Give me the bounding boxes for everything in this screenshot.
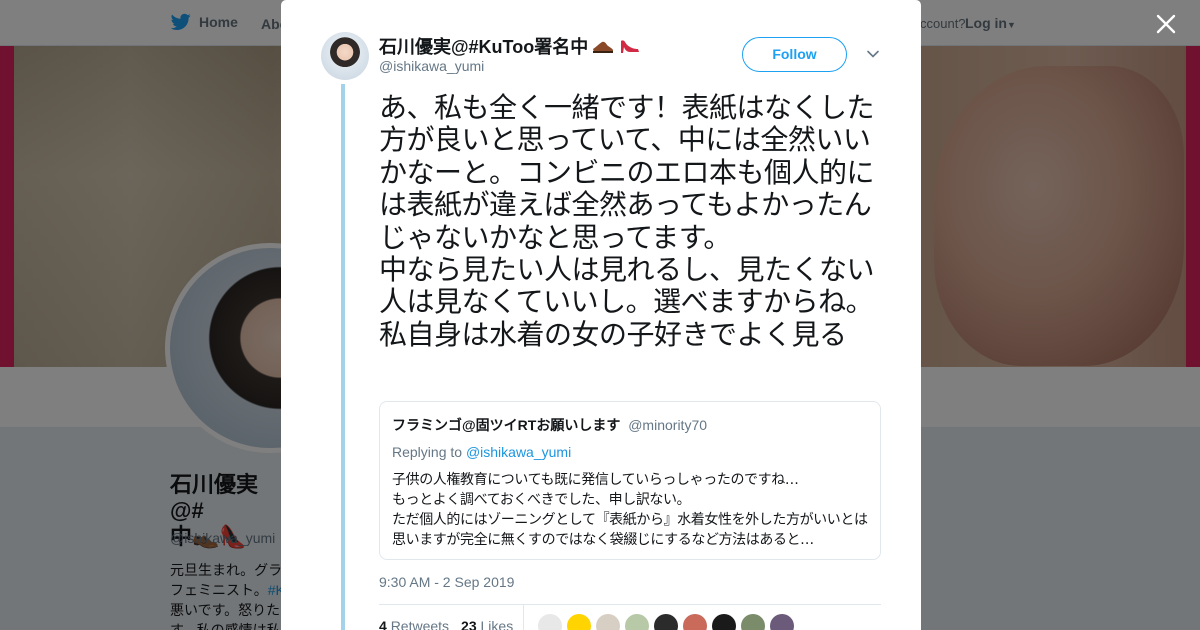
liker-avatar[interactable] [654,614,678,630]
likes-stat[interactable]: 23 Likes [461,618,513,630]
liker-avatar[interactable] [741,614,765,630]
author-display-name[interactable]: 石川優実@#KuToo署名中 [379,33,588,59]
quote-line: もっとよく調べておくべきでした、申し訳ない。 [392,492,691,508]
likes-count: 23 [461,618,477,630]
close-modal-button[interactable] [1152,10,1180,38]
liker-avatar[interactable] [567,614,591,630]
liker-avatar[interactable] [683,614,707,630]
quote-header: フラミンゴ@固ツイRTお願いします @minority70 [392,415,868,435]
author-avatar[interactable] [321,32,369,80]
liker-avatar[interactable] [625,614,649,630]
author-handle[interactable]: @ishikawa_yumi [379,58,484,74]
stats-vertical-divider [523,605,524,630]
stats-divider [379,604,881,605]
liker-avatars [538,614,794,630]
retweets-stat[interactable]: 4 Retweets [379,618,449,630]
chevron-down-icon[interactable] [865,46,881,62]
follow-button[interactable]: Follow [742,37,847,72]
liker-avatar[interactable] [538,614,562,630]
liker-avatar[interactable] [596,614,620,630]
quote-line: 子供の人権教育についても既に発信していらっしゃったのですね… [392,472,799,488]
liker-avatar[interactable] [770,614,794,630]
retweets-count: 4 [379,618,387,630]
tweet-modal: 石川優実@#KuToo署名中 @ishikawa_yumi Follow あ、私… [281,0,921,630]
quote-line: ただ個人的にはゾーニングとして『表紙から』水着女性を外した方がいいとは思いますが… [392,512,868,548]
tweet-stats: 4 Retweets 23 Likes [379,618,513,630]
tweet-timestamp[interactable]: 9:30 AM - 2 Sep 2019 [379,574,514,590]
liker-avatar[interactable] [712,614,736,630]
mans-shoe-icon [593,41,614,53]
author-name-row[interactable]: 石川優実@#KuToo署名中 [379,33,640,59]
thread-line [341,84,345,630]
quoted-tweet[interactable]: フラミンゴ@固ツイRTお願いします @minority70 Replying t… [379,401,881,560]
replying-to-handle[interactable]: @ishikawa_yumi [466,444,571,460]
close-icon [1156,14,1176,34]
likes-label: Likes [480,618,514,630]
quote-author-handle: @minority70 [628,417,708,433]
quote-replying-to: Replying to @ishikawa_yumi [392,444,868,460]
high-heel-icon [621,40,640,53]
replying-prefix: Replying to [392,444,463,460]
quote-author-name: フラミンゴ@固ツイRTお願いします [392,417,621,433]
tweet-text: あ、私も全く一緒です！表紙はなくした方が良いと思っていて、中には全然いいかなーと… [379,91,875,351]
retweets-label: Retweets [390,618,450,630]
quote-body: 子供の人権教育についても既に発信していらっしゃったのですね… もっとよく調べてお… [392,470,868,550]
